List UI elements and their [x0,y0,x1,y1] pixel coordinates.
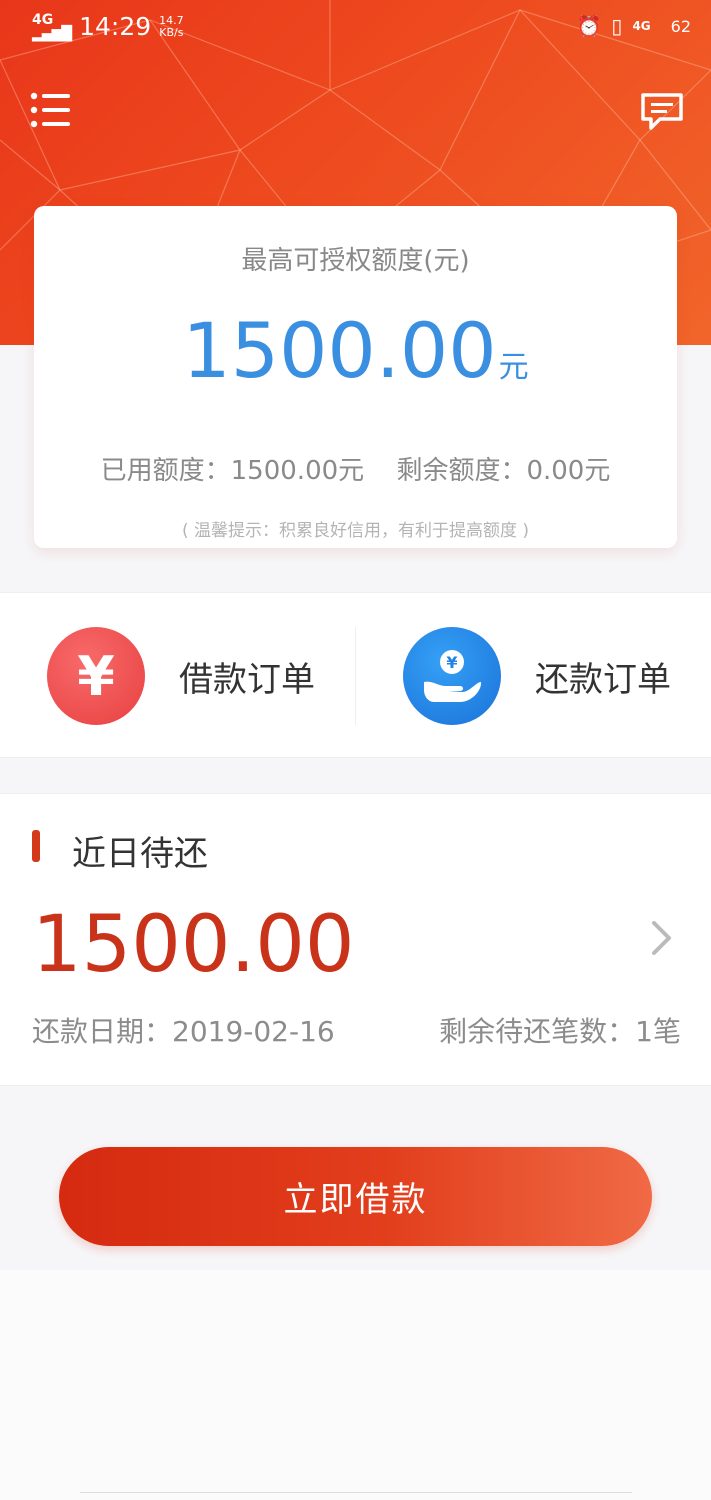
repay-orders-button[interactable]: ¥ 还款订单 [356,593,711,759]
bottom-bar-edge [80,1492,632,1500]
section-marker [32,830,40,862]
recent-due-title: 近日待还 [72,834,208,874]
page-bottom [0,1270,711,1500]
yuan-glyph: ¥ [77,644,115,708]
orders-panel: ¥ 借款订单 ¥ 还款订单 [0,592,711,758]
quota-amount: 1500.00元 [34,306,677,395]
quota-title: 最高可授权额度(元) [241,246,470,276]
battery-icon: 62 [670,16,691,36]
yuan-icon: ¥ [47,627,145,725]
used-quota: 已用额度：1500.00元 [100,456,365,486]
recent-due-amount: 1500.00 [32,900,355,990]
quota-tip: ( 温馨提示：积累良好信用，有利于提高额度 ) [181,521,530,541]
message-icon[interactable] [640,92,684,132]
quota-usage: 已用额度：1500.00元 剩余额度：0.00元 [34,450,677,487]
signal-icon: 4G ▂▄▆█ [32,11,72,42]
borrow-orders-button[interactable]: ¥ 借款订单 [0,593,355,759]
borrow-now-button[interactable]: 立即借款 [59,1147,652,1246]
list-menu-icon[interactable] [30,92,70,128]
repay-orders-label: 还款订单 [535,659,671,700]
quota-amount-value: 1500.00 [182,306,497,395]
speed-value: 14.7 [159,13,184,27]
status-bar: 4G ▂▄▆█ 14:29 14.7 KB/s ⏰ ▯ 4G 62 [0,0,711,56]
quota-card: 最高可授权额度(元) 1500.00元 已用额度：1500.00元 剩余额度：0… [34,206,677,548]
network-speed: 14.7 KB/s [159,13,184,39]
speed-unit: KB/s [159,25,184,39]
chevron-right-icon[interactable] [651,920,673,956]
vibrate-icon: ▯ [611,14,623,38]
alarm-icon: ⏰ [576,14,602,38]
recent-due-card[interactable]: 近日待还 1500.00 还款日期：2019-02-16 剩余待还笔数：1笔 [0,793,711,1086]
quota-amount-unit: 元 [498,350,529,385]
borrow-orders-label: 借款订单 [179,659,315,700]
clock: 14:29 [79,12,152,41]
remaining-quota: 剩余额度：0.00元 [396,456,611,486]
hand-coin-icon: ¥ [403,627,501,725]
hand-coin-yuan: ¥ [446,653,457,672]
remaining-count: 剩余待还笔数：1笔 [439,1015,681,1048]
network-icon: 4G [632,19,651,33]
repay-date: 还款日期：2019-02-16 [32,1015,335,1048]
